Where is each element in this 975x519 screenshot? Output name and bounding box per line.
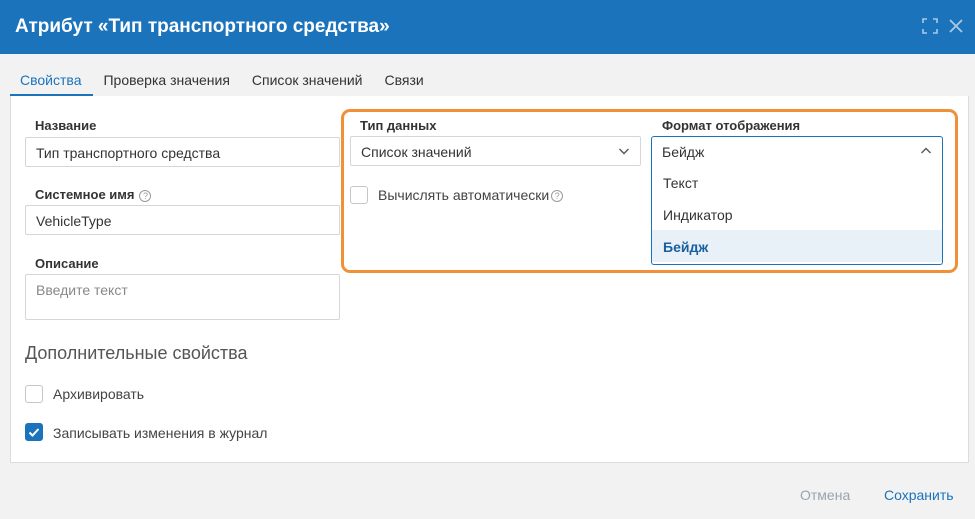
dialog-titlebar: Атрибут «Тип транспортного средства» <box>0 0 975 54</box>
data-type-value: Список значений <box>361 144 472 160</box>
description-textarea[interactable]: Введите текст <box>25 274 340 320</box>
auto-calc-label: Вычислять автоматически? <box>378 187 564 203</box>
dialog-title: Атрибут «Тип транспортного средства» <box>15 16 390 37</box>
maximize-icon <box>922 18 938 34</box>
dropdown-option-indicator[interactable]: Индикатор <box>652 198 942 230</box>
log-changes-label: Записывать изменения в журнал <box>53 425 268 441</box>
dropdown-option-badge[interactable]: Бейдж <box>652 230 942 262</box>
dropdown-option-text[interactable]: Текст <box>652 166 942 198</box>
tab-bar: Свойства Проверка значения Список значен… <box>10 64 436 96</box>
archive-checkbox[interactable] <box>25 385 43 403</box>
tab-value-check[interactable]: Проверка значения <box>93 64 241 96</box>
check-icon <box>28 428 40 437</box>
name-label: Название <box>35 118 97 133</box>
cancel-button[interactable]: Отмена <box>800 487 850 503</box>
tab-value-list[interactable]: Список значений <box>242 64 375 96</box>
display-format-label: Формат отображения <box>662 118 801 133</box>
auto-calc-checkbox[interactable] <box>350 186 368 204</box>
data-type-label: Тип данных <box>360 118 437 133</box>
question-circle-icon[interactable]: ? <box>139 189 152 202</box>
save-button[interactable]: Сохранить <box>884 487 954 503</box>
auto-calc-label-text: Вычислять автоматически <box>378 187 550 203</box>
log-changes-checkbox[interactable] <box>25 423 43 441</box>
name-input[interactable]: Тип транспортного средства <box>25 137 340 167</box>
system-name-label: Системное имя? <box>35 187 152 202</box>
chevron-down-icon <box>619 148 629 155</box>
data-type-select[interactable]: Список значений <box>350 136 641 166</box>
tab-properties[interactable]: Свойства <box>10 64 94 96</box>
system-name-label-text: Системное имя <box>35 187 135 202</box>
close-button[interactable] <box>946 16 966 36</box>
question-circle-icon[interactable]: ? <box>551 190 564 203</box>
display-format-dropdown: Текст Индикатор Бейдж <box>651 165 943 265</box>
display-format-select[interactable]: Бейдж <box>651 136 943 166</box>
chevron-up-icon <box>921 147 931 154</box>
display-format-value: Бейдж <box>662 144 705 160</box>
close-icon <box>949 19 963 33</box>
description-label: Описание <box>35 256 99 271</box>
archive-label: Архивировать <box>53 386 145 402</box>
additional-properties-title: Дополнительные свойства <box>25 343 248 363</box>
maximize-button[interactable] <box>920 16 940 36</box>
tab-links[interactable]: Связи <box>374 64 435 96</box>
system-name-input[interactable]: VehicleType <box>25 205 340 235</box>
